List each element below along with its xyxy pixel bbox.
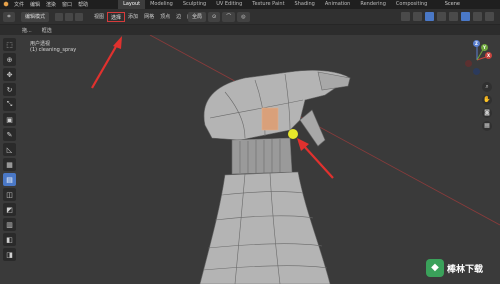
watermark-logo: ◆ 棒林下载 (426, 258, 496, 278)
visibility-icon[interactable] (401, 12, 410, 21)
gizmo-toggle-icon[interactable] (413, 12, 422, 21)
view-name-label: 用户透视 (30, 41, 51, 47)
inset-tool-icon[interactable]: ◫ (3, 188, 16, 201)
pivot-icon[interactable]: ⊙ (208, 11, 221, 22)
measure-tool-icon[interactable]: ◺ (3, 143, 16, 156)
gizmo-neg-x-icon[interactable] (465, 60, 472, 67)
pan-hand-icon[interactable]: ✋ (482, 95, 492, 105)
menu-window[interactable]: 窗口 (62, 1, 72, 8)
gizmo-x-icon[interactable]: X (485, 52, 492, 59)
left-toolbar: ⬚ ⊕ ✥ ↻ ⤡ ▣ ✎ ◺ ▦ ▤ ◫ ◩ ▥ ◧ ◨ (3, 38, 16, 261)
zoom-icon[interactable]: ⌕ (482, 82, 492, 92)
tab-shading[interactable]: Shading (290, 0, 320, 9)
menu-view[interactable]: 视图 (91, 12, 107, 22)
menu-mesh[interactable]: 网格 (141, 12, 157, 22)
tab-animation[interactable]: Animation (320, 0, 356, 9)
scale-tool-icon[interactable]: ⤡ (3, 98, 16, 111)
annotate-tool-icon[interactable]: ✎ (3, 128, 16, 141)
box-select-option[interactable]: 框选 (42, 27, 52, 34)
tab-texture-paint[interactable]: Texture Paint (247, 0, 289, 9)
loop-cut-tool-icon[interactable]: ▥ (3, 218, 16, 231)
selected-face (261, 107, 279, 131)
menu-add[interactable]: 添加 (125, 12, 141, 22)
menu-file[interactable]: 文件 (14, 1, 24, 8)
vertex-select-icon[interactable] (55, 12, 64, 21)
drag-option[interactable]: 拖... (22, 27, 32, 34)
watermark-icon: ◆ (426, 259, 444, 277)
overlay-toggle-icon[interactable] (425, 12, 434, 21)
wireframe-shading-icon[interactable] (449, 12, 458, 21)
mode-dropdown[interactable]: 编辑模式 (21, 11, 50, 22)
poly-build-tool-icon[interactable]: ◨ (3, 248, 16, 261)
menu-select[interactable]: 选择 (107, 11, 126, 22)
cursor-tool-icon[interactable]: ⊕ (3, 53, 16, 66)
viewport-nav-tools: ⌕ ✋ ◙ ▦ (482, 82, 492, 131)
rendered-shading-icon[interactable] (485, 12, 494, 21)
tab-rendering[interactable]: Rendering (355, 0, 391, 9)
gizmo-neg-z-icon[interactable] (473, 68, 480, 75)
gizmo-y-icon[interactable]: Y (481, 44, 488, 51)
viewport-header: ⌗ 编辑模式 视图 选择 添加 网格 顶点 边 面 UV 全局 ⊙ ⌒ ◎ (0, 9, 500, 25)
tab-compositing[interactable]: Compositing (391, 0, 432, 9)
rotate-tool-icon[interactable]: ↻ (3, 83, 16, 96)
edge-select-icon[interactable] (65, 12, 74, 21)
tab-sculpting[interactable]: Sculpting (178, 0, 211, 9)
top-menu-bar: ⬢ 文件 编辑 渲染 窗口 帮助 Layout Modeling Sculpti… (0, 0, 500, 9)
watermark-text: 棒林下载 (447, 264, 484, 275)
select-mode-icons (55, 12, 84, 21)
navigation-gizmo[interactable]: Z X Y (462, 38, 492, 76)
knife-tool-icon[interactable]: ◧ (3, 233, 16, 246)
solid-shading-icon[interactable] (461, 12, 470, 21)
3d-viewport[interactable]: 用户透视 (1) cleaning_spray (0, 35, 500, 284)
viewport-canvas (91, 35, 500, 284)
snap-icon[interactable]: ⌒ (222, 11, 236, 22)
extrude-tool-icon[interactable]: ▤ (3, 173, 16, 186)
workspace-tabs: Layout Modeling Sculpting UV Editing Tex… (118, 0, 432, 9)
select-tool-icon[interactable]: ⬚ (3, 38, 16, 51)
menu-edge[interactable]: 边 (173, 12, 184, 22)
face-select-icon[interactable] (75, 12, 84, 21)
editor-type-icon[interactable]: ⌗ (3, 11, 15, 22)
bevel-tool-icon[interactable]: ◩ (3, 203, 16, 216)
material-shading-icon[interactable] (473, 12, 482, 21)
tab-uv-editing[interactable]: UV Editing (211, 0, 247, 9)
transform-tool-icon[interactable]: ▣ (3, 113, 16, 126)
menu-render[interactable]: 渲染 (46, 1, 56, 8)
tool-settings-bar: 拖... 框选 (0, 25, 500, 35)
menu-help[interactable]: 帮助 (78, 1, 88, 8)
viewport-shading-controls (401, 12, 494, 21)
add-cube-tool-icon[interactable]: ▦ (3, 158, 16, 171)
move-tool-icon[interactable]: ✥ (3, 68, 16, 81)
menu-vertex[interactable]: 顶点 (157, 12, 173, 22)
blender-logo-icon[interactable]: ⬢ (0, 0, 12, 9)
transform-orientation-dropdown[interactable]: 全局 (188, 11, 207, 22)
main-menu: 文件 编辑 渲染 窗口 帮助 (14, 1, 88, 8)
tab-layout[interactable]: Layout (118, 0, 146, 9)
selected-vertex (288, 129, 298, 139)
transform-controls: 全局 ⊙ ⌒ ◎ (188, 11, 250, 22)
grid-view-icon[interactable]: ▦ (482, 121, 492, 131)
proportional-edit-icon[interactable]: ◎ (237, 11, 250, 22)
scene-selector[interactable]: Scene (445, 0, 460, 9)
tab-modeling[interactable]: Modeling (145, 0, 178, 9)
menu-edit[interactable]: 编辑 (30, 1, 40, 8)
x-axis-line (149, 35, 500, 226)
xray-icon[interactable] (437, 12, 446, 21)
camera-icon[interactable]: ◙ (482, 108, 492, 118)
object-name-label: (1) cleaning_spray (30, 47, 77, 53)
spray-bottle-mesh (199, 70, 351, 284)
gizmo-z-icon[interactable]: Z (473, 40, 480, 47)
